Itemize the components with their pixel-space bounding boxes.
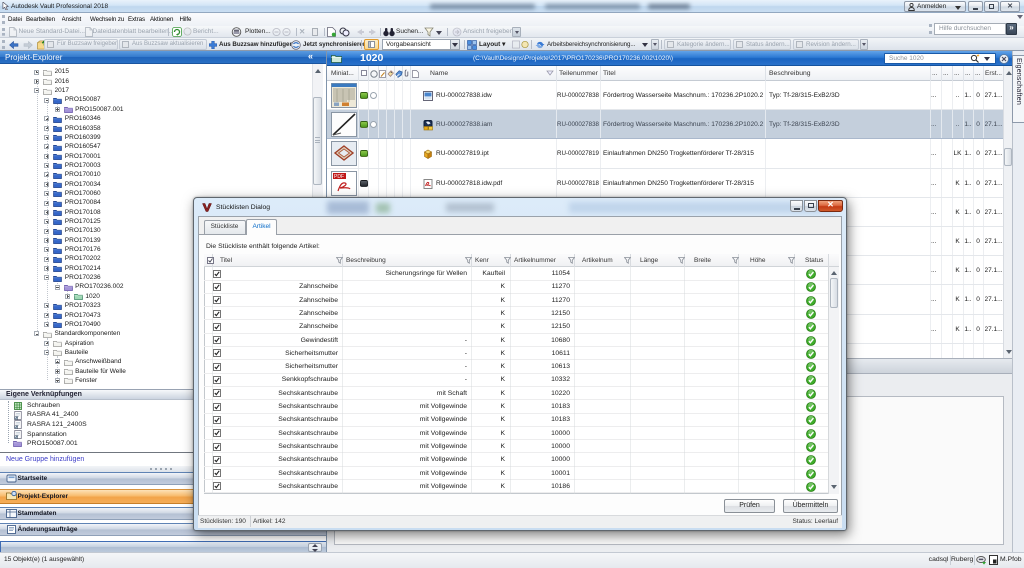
svg-text:PDF: PDF <box>334 174 344 180</box>
